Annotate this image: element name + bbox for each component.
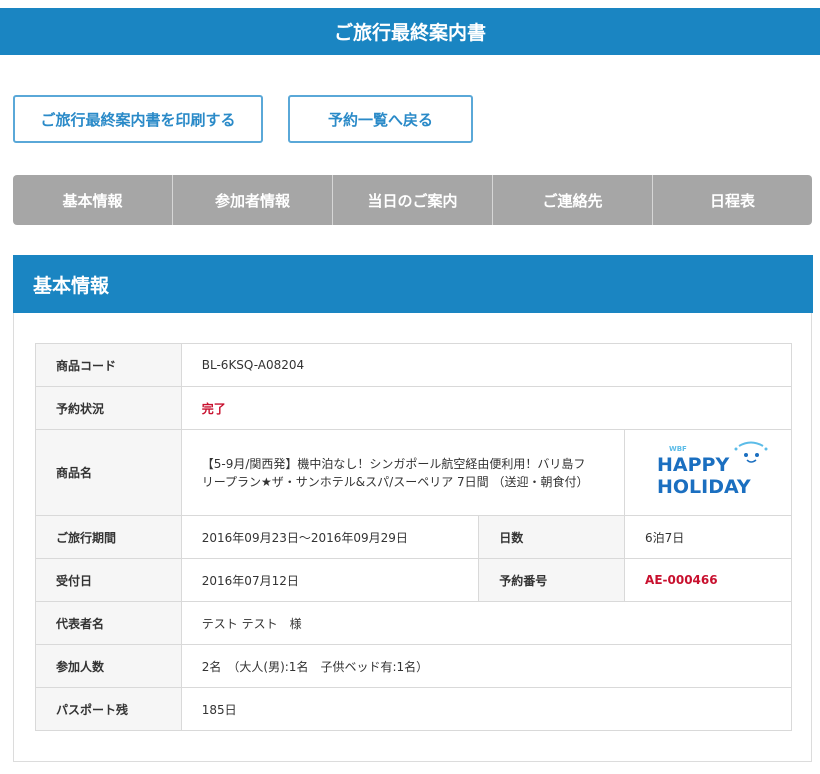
tab-basic-info[interactable]: 基本情報 [13,175,173,225]
days-label: 日数 [478,515,626,559]
product-code-label: 商品コード [35,343,182,387]
table-row: 参加人数 2名 （大人(男):1名 子供ベッド有:1名） [35,644,793,688]
table-row: 受付日 2016年07月12日 予約番号 AE-000466 [35,558,792,602]
happy-holiday-logo: WBF HAPPY HOLIDAY [624,429,792,516]
product-name-value: 【5-9月/関西発】機中泊なし！シンガポール航空経由便利用！バリ島フ リープラン… [180,429,626,516]
booking-number-label: 予約番号 [478,558,626,602]
tab-contact[interactable]: ご連絡先 [493,175,653,225]
status-label: 予約状況 [35,386,182,430]
svg-text:HOLIDAY: HOLIDAY [657,476,751,498]
tab-participants[interactable]: 参加者情報 [173,175,333,225]
product-name-label: 商品名 [35,429,182,516]
period-value: 2016年09月23日～2016年09月29日 [180,515,480,559]
basic-info-section: 基本情報 商品コード BL-6KSQ-A08204 予約状況 完了 商品名 【5… [13,255,813,762]
representative-value: テスト テスト 様 [180,601,793,645]
happy-holiday-logo-icon: WBF HAPPY HOLIDAY [657,441,768,498]
passport-value: 185日 [180,687,793,731]
table-row: 商品コード BL-6KSQ-A08204 [35,343,793,387]
basic-info-table: 商品コード BL-6KSQ-A08204 予約状況 完了 商品名 【5-9月/関… [35,343,793,731]
tab-day-guide[interactable]: 当日のご案内 [333,175,493,225]
section-title: 基本情報 [13,255,813,313]
passport-label: パスポート残 [35,687,182,731]
participants-label: 参加人数 [35,644,182,688]
page-header: ご旅行最終案内書 [0,8,820,55]
print-guide-button[interactable]: ご旅行最終案内書を印刷する [13,95,263,143]
table-row: 商品名 【5-9月/関西発】機中泊なし！シンガポール航空経由便利用！バリ島フ リ… [35,429,792,516]
page-title: ご旅行最終案内書 [333,22,486,44]
table-row: ご旅行期間 2016年09月23日～2016年09月29日 日数 6泊7日 [35,515,792,559]
booking-number-value: AE-000466 [624,558,792,602]
table-row: 代表者名 テスト テスト 様 [35,601,793,645]
product-name-line-2: リープラン★ザ・サンホテル&スパ/スーペリア 7日間 （送迎・朝食付） [201,474,589,489]
status-value: 完了 [180,386,793,430]
days-value: 6泊7日 [624,515,792,559]
svg-text:HAPPY: HAPPY [657,454,729,476]
accepted-date-label: 受付日 [35,558,182,602]
back-to-list-button[interactable]: 予約一覧へ戻る [288,95,473,143]
table-row: 予約状況 完了 [35,386,793,430]
svg-text:WBF: WBF [669,445,687,453]
representative-label: 代表者名 [35,601,182,645]
section-tabs: 基本情報 参加者情報 当日のご案内 ご連絡先 日程表 [13,175,812,225]
product-code-value: BL-6KSQ-A08204 [180,343,793,387]
product-name-line-1: 【5-9月/関西発】機中泊なし！シンガポール航空経由便利用！バリ島フ [201,456,586,471]
tab-itinerary[interactable]: 日程表 [653,175,812,225]
participants-value: 2名 （大人(男):1名 子供ベッド有:1名） [180,644,793,688]
period-label: ご旅行期間 [35,515,182,559]
table-row: パスポート残 185日 [35,687,793,731]
accepted-date-value: 2016年07月12日 [180,558,480,602]
